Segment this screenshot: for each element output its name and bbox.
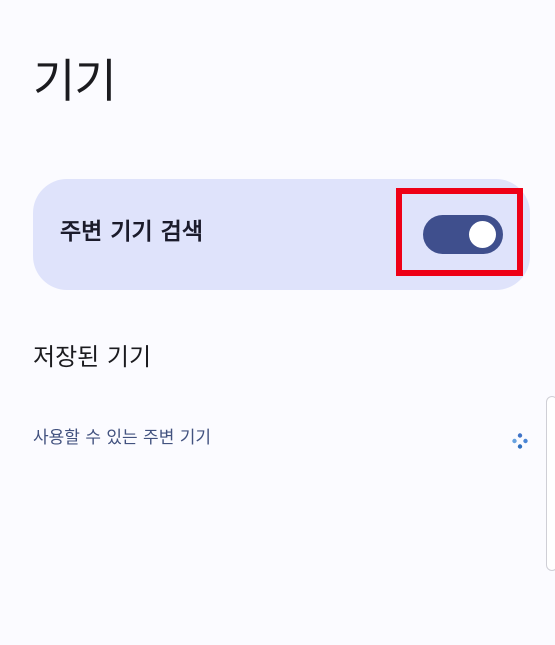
saved-devices-heading: 저장된 기기: [33, 343, 152, 371]
highlight-box: [396, 188, 523, 276]
devices-screen: 기기 주변 기기 검색 저장된 기기 사용할 수 있는 주변 기기: [0, 0, 555, 645]
nearby-device-scan-label: 주변 기기 검색: [60, 219, 203, 245]
loading-spinner-icon: [512, 433, 528, 449]
scrollbar[interactable]: [546, 396, 555, 571]
available-nearby-devices-heading: 사용할 수 있는 주변 기기: [33, 428, 212, 448]
page-title: 기기: [33, 54, 117, 108]
